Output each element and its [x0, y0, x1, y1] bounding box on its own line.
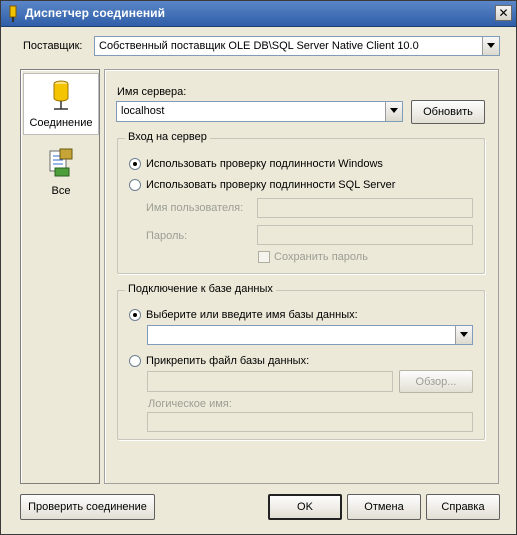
close-icon: ✕: [498, 6, 509, 20]
refresh-button[interactable]: Обновить: [411, 100, 485, 124]
help-button[interactable]: Справка: [426, 494, 500, 520]
windows-auth-label[interactable]: Использовать проверку подлинности Window…: [146, 158, 383, 170]
connection-manager-dialog: Диспетчер соединений ✕ Поставщик: Собств…: [0, 0, 517, 535]
server-name-combo[interactable]: localhost: [116, 101, 403, 122]
password-label: Пароль:: [146, 230, 188, 242]
sidebar-item-label: Соединение: [29, 117, 93, 129]
save-password-label[interactable]: Сохранить пароль: [274, 251, 368, 263]
save-password-checkbox[interactable]: [258, 251, 270, 263]
attach-file-field[interactable]: [147, 371, 393, 392]
sql-auth-label[interactable]: Использовать проверку подлинности SQL Se…: [146, 179, 395, 191]
chevron-down-icon[interactable]: [482, 37, 499, 55]
provider-label: Поставщик:: [23, 40, 83, 52]
page-selector: Соединение Все: [20, 69, 100, 484]
properties-list-icon: [49, 148, 73, 177]
database-group-title: Подключение к базе данных: [125, 283, 276, 295]
title-bar[interactable]: Диспетчер соединений ✕: [1, 1, 516, 27]
close-button[interactable]: ✕: [495, 5, 512, 21]
provider-value: Собственный поставщик OLE DB\SQL Server …: [99, 40, 419, 52]
windows-auth-radio[interactable]: [129, 158, 141, 170]
database-name-combo[interactable]: [147, 325, 473, 345]
server-name-value: localhost: [121, 105, 165, 117]
browse-button[interactable]: Обзор...: [399, 370, 473, 393]
chevron-down-icon[interactable]: [455, 326, 472, 344]
password-field[interactable]: [257, 225, 473, 245]
provider-select[interactable]: Собственный поставщик OLE DB\SQL Server …: [94, 36, 500, 56]
select-db-radio[interactable]: [129, 309, 141, 321]
sidebar-item-connection[interactable]: Соединение: [23, 73, 99, 135]
chevron-down-icon[interactable]: [385, 102, 402, 121]
sidebar-item-label: Все: [51, 185, 71, 197]
window-title: Диспетчер соединений: [25, 6, 166, 20]
server-name-label: Имя сервера:: [117, 86, 187, 98]
select-db-label[interactable]: Выберите или введите имя базы данных:: [146, 309, 358, 321]
sidebar-item-all[interactable]: Все: [23, 146, 99, 206]
attach-db-label[interactable]: Прикрепить файл базы данных:: [146, 355, 309, 367]
sql-auth-radio[interactable]: [129, 179, 141, 191]
ok-button[interactable]: OK: [268, 494, 342, 520]
username-field[interactable]: [257, 198, 473, 218]
logical-name-label: Логическое имя:: [148, 398, 232, 410]
username-label: Имя пользователя:: [146, 202, 244, 214]
cancel-button[interactable]: Отмена: [347, 494, 421, 520]
logon-group-title: Вход на сервер: [125, 131, 210, 143]
test-connection-button[interactable]: Проверить соединение: [20, 494, 155, 520]
logical-name-field[interactable]: [147, 412, 473, 432]
database-cylinder-icon: [53, 80, 69, 110]
attach-db-radio[interactable]: [129, 355, 141, 367]
app-icon: [9, 5, 17, 22]
